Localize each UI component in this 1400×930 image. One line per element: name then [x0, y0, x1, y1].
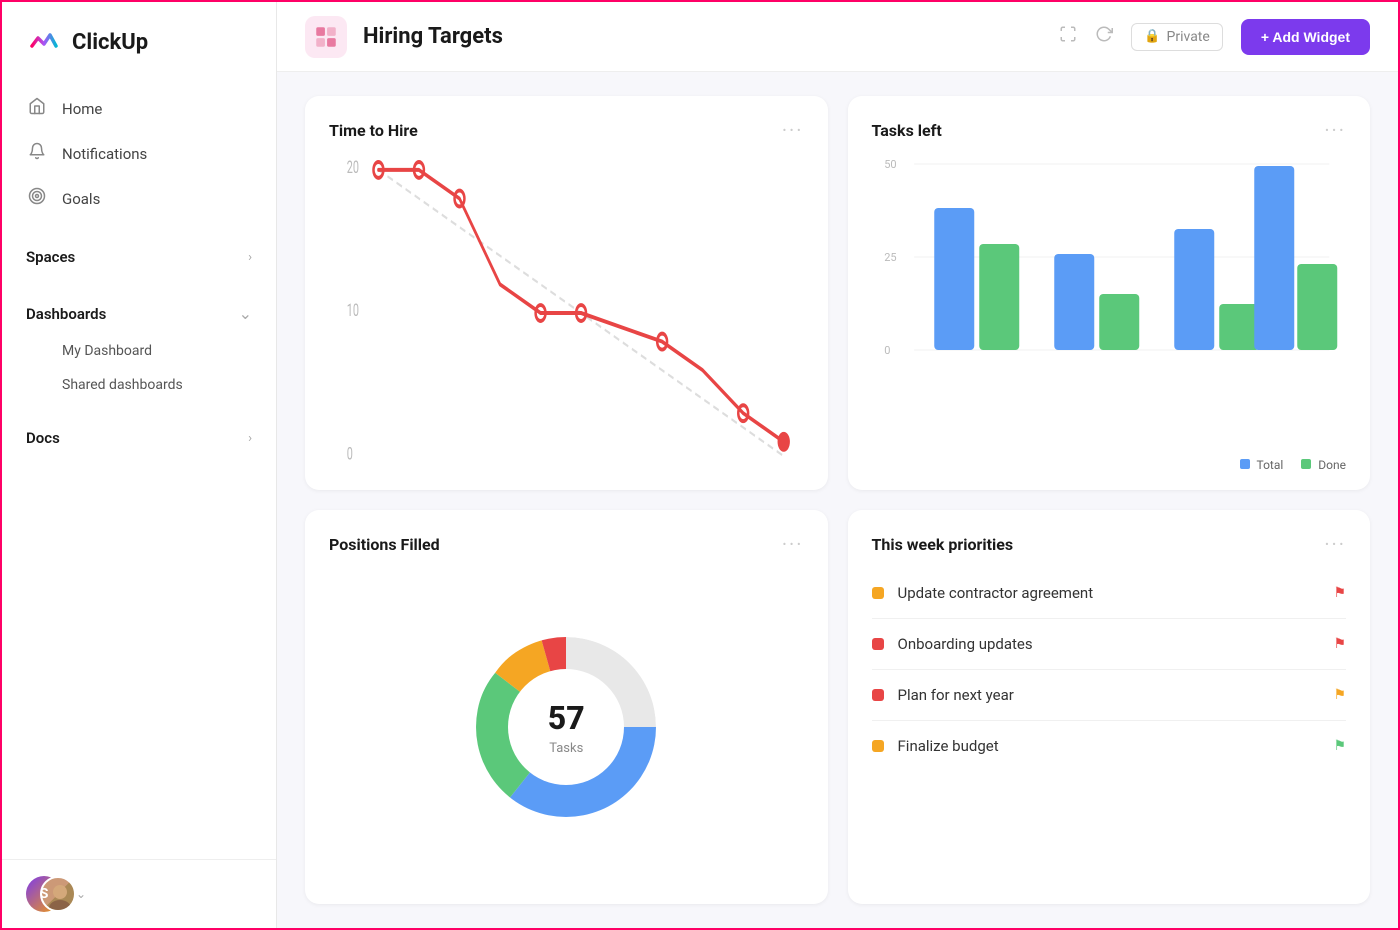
priorities-menu[interactable]: ··· — [1324, 532, 1346, 556]
dashboard-grid: Time to Hire ··· 20 10 0 — [277, 72, 1398, 928]
priority-text-3: Plan for next year — [898, 686, 1320, 704]
goals-icon — [26, 187, 48, 210]
svg-text:0: 0 — [884, 344, 890, 357]
donut-chart-container: 57 Tasks — [329, 568, 804, 886]
sidebar-item-my-dashboard[interactable]: My Dashboard — [2, 334, 276, 368]
legend-done: Done — [1301, 458, 1346, 472]
expand-icon[interactable] — [1059, 25, 1077, 48]
priority-item-4: Finalize budget ⚑ — [872, 721, 1347, 771]
svg-text:10: 10 — [347, 299, 359, 321]
home-icon — [26, 97, 48, 120]
priority-dot-3 — [872, 689, 884, 701]
sidebar-item-goals-label: Goals — [62, 190, 100, 208]
sidebar-item-notifications[interactable]: Notifications — [2, 131, 276, 176]
priority-flag-3: ⚑ — [1333, 687, 1346, 703]
nav-divider-1 — [2, 221, 276, 237]
priority-dot-4 — [872, 740, 884, 752]
positions-filled-widget: Positions Filled ··· — [305, 510, 828, 904]
priority-flag-4: ⚑ — [1333, 738, 1346, 754]
bell-icon — [26, 142, 48, 165]
sidebar-item-docs[interactable]: Docs › — [2, 418, 276, 458]
donut-center: 57 Tasks — [548, 699, 585, 756]
private-indicator: 🔒 Private — [1131, 23, 1222, 51]
dashboard-icon-box — [305, 16, 347, 58]
tasks-left-svg: 50 25 0 — [872, 154, 1347, 374]
priority-item-2: Onboarding updates ⚑ — [872, 619, 1347, 670]
priority-item-1: Update contractor agreement ⚑ — [872, 568, 1347, 619]
priority-flag-1: ⚑ — [1333, 585, 1346, 601]
sidebar-item-dashboards[interactable]: Dashboards ⌄ — [2, 293, 276, 334]
refresh-icon[interactable] — [1095, 25, 1113, 48]
main-content: Hiring Targets 🔒 Private + Add Widget Ti… — [277, 2, 1398, 928]
user-chevron-icon[interactable]: ⌄ — [76, 887, 86, 901]
tasks-left-header: Tasks left ··· — [872, 118, 1347, 142]
priorities-list: Update contractor agreement ⚑ Onboarding… — [872, 568, 1347, 886]
docs-chevron-icon: › — [248, 431, 252, 446]
sidebar-item-home-label: Home — [62, 100, 102, 118]
dashboards-chevron-icon: ⌄ — [239, 304, 252, 323]
legend-total-dot — [1240, 459, 1250, 469]
sidebar-item-spaces-label: Spaces — [26, 248, 75, 266]
priority-text-2: Onboarding updates — [898, 635, 1320, 653]
sidebar-item-goals[interactable]: Goals — [2, 176, 276, 221]
nav-divider-2 — [2, 277, 276, 293]
lock-icon: 🔒 — [1144, 29, 1160, 44]
spaces-chevron-icon: › — [248, 250, 252, 265]
sidebar-item-docs-label: Docs — [26, 429, 60, 447]
sidebar-item-notifications-label: Notifications — [62, 145, 147, 163]
donut-label: Tasks — [549, 741, 583, 756]
svg-text:50: 50 — [884, 158, 896, 171]
positions-filled-menu[interactable]: ··· — [782, 532, 804, 556]
tasks-left-widget: Tasks left ··· 50 25 0 — [848, 96, 1371, 490]
time-to-hire-header: Time to Hire ··· — [329, 118, 804, 142]
avatar[interactable]: S — [26, 876, 62, 912]
add-widget-button[interactable]: + Add Widget — [1241, 19, 1370, 55]
priority-text-4: Finalize budget — [898, 737, 1320, 755]
priorities-title: This week priorities — [872, 535, 1014, 554]
svg-text:25: 25 — [884, 251, 896, 264]
tasks-left-legend: Total Done — [872, 458, 1347, 472]
header: Hiring Targets 🔒 Private + Add Widget — [277, 2, 1398, 72]
grid-icon — [313, 24, 339, 50]
priority-flag-2: ⚑ — [1333, 636, 1346, 652]
priority-text-1: Update contractor agreement — [898, 584, 1320, 602]
donut-number: 57 — [548, 699, 585, 737]
sidebar-item-shared-dashboards[interactable]: Shared dashboards — [2, 368, 276, 402]
time-to-hire-widget: Time to Hire ··· 20 10 0 — [305, 96, 828, 490]
svg-text:20: 20 — [347, 156, 359, 178]
priority-dot-1 — [872, 587, 884, 599]
sidebar-item-spaces[interactable]: Spaces › — [2, 237, 276, 277]
legend-done-dot — [1301, 459, 1311, 469]
time-to-hire-title: Time to Hire — [329, 121, 418, 140]
tasks-left-menu[interactable]: ··· — [1324, 118, 1346, 142]
legend-total: Total — [1240, 458, 1284, 472]
sidebar-bottom: S ⌄ — [2, 859, 276, 928]
clickup-logo-icon — [26, 24, 62, 60]
logo[interactable]: ClickUp — [2, 2, 276, 78]
logo-text: ClickUp — [72, 30, 148, 55]
tasks-left-chart: 50 25 0 — [872, 154, 1347, 472]
time-to-hire-chart: 20 10 0 — [329, 154, 804, 472]
positions-filled-title: Positions Filled — [329, 535, 440, 554]
page-title: Hiring Targets — [363, 24, 1043, 49]
nav-divider-3 — [2, 402, 276, 418]
priority-dot-2 — [872, 638, 884, 650]
time-to-hire-menu[interactable]: ··· — [782, 118, 804, 142]
sidebar-item-dashboards-label: Dashboards — [26, 305, 106, 323]
header-actions: 🔒 Private + Add Widget — [1059, 19, 1370, 55]
sidebar: ClickUp Home Notifications Goals Space — [2, 2, 277, 928]
time-to-hire-svg: 20 10 0 — [329, 154, 804, 472]
priority-item-3: Plan for next year ⚑ — [872, 670, 1347, 721]
tasks-left-title: Tasks left — [872, 121, 942, 140]
sidebar-nav: Home Notifications Goals Spaces › Dashbo… — [2, 78, 276, 859]
sidebar-item-home[interactable]: Home — [2, 86, 276, 131]
positions-filled-header: Positions Filled ··· — [329, 532, 804, 556]
priorities-widget: This week priorities ··· Update contract… — [848, 510, 1371, 904]
svg-text:0: 0 — [347, 442, 353, 464]
priorities-header: This week priorities ··· — [872, 532, 1347, 556]
